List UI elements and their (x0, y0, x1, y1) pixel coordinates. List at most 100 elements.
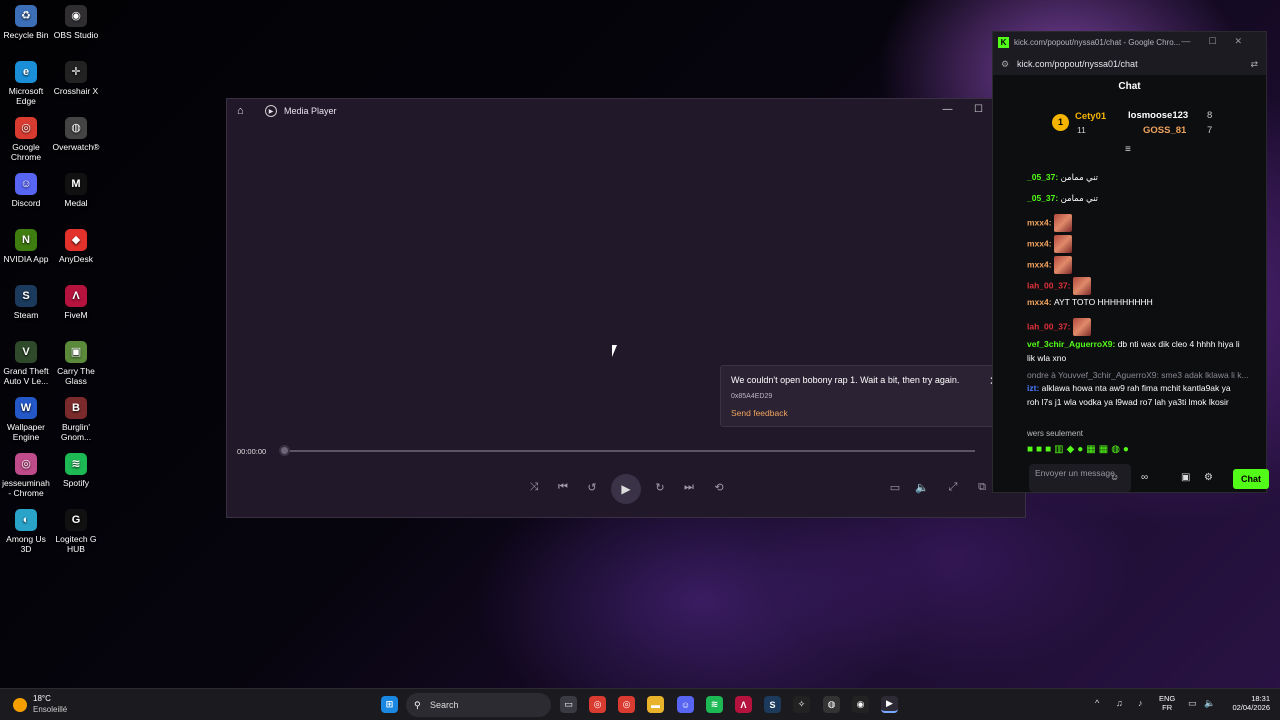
next-icon[interactable]: ⏭ (679, 481, 699, 494)
repeat-icon[interactable]: ⟲ (709, 481, 729, 494)
desktop-icon[interactable]: Λ FiveM (50, 285, 102, 320)
filter-icon[interactable]: ≡ (1125, 144, 1131, 155)
chat-username[interactable]: _05_37: (1027, 172, 1061, 182)
obs-taskbar-icon[interactable]: ◉ (852, 696, 869, 713)
shuffle-icon[interactable]: ⤨ (524, 481, 544, 494)
previous-icon[interactable]: ⏮ (553, 481, 573, 494)
maximize-button[interactable]: ☐ (963, 99, 994, 121)
settings-icon[interactable]: ⚙ (1204, 472, 1213, 483)
leader-first-name[interactable]: Cety01 (1075, 111, 1106, 122)
desktop-icon[interactable]: ◍ Overwatch® (50, 117, 102, 152)
minimize-button[interactable]: — (932, 99, 963, 121)
chat-username[interactable]: mxx4: (1027, 259, 1054, 269)
home-icon[interactable]: ⌂ (237, 105, 251, 117)
discord-taskbar-icon[interactable]: ☺ (677, 696, 694, 713)
steam-taskbar-icon[interactable]: S (764, 696, 781, 713)
emoji-icon[interactable]: ☺ (1110, 472, 1119, 482)
error-message: We couldn't open bobony rap 1. Wait a bi… (731, 375, 960, 385)
leader-second-name[interactable]: losmoose123 (1128, 110, 1188, 121)
fullscreen-icon[interactable]: ⤢ (943, 481, 963, 494)
file-explorer-icon[interactable]: ▬ (647, 696, 664, 713)
app-taskbar-icon[interactable]: ✧ (793, 696, 810, 713)
chat-username[interactable]: lah_00_37: (1027, 280, 1073, 290)
translate-icon[interactable]: ⇄ (1250, 59, 1258, 70)
chrome-titlebar[interactable]: K kick.com/popout/nyssa01/chat - Google … (993, 32, 1266, 53)
seek-bar[interactable] (283, 450, 975, 452)
address-bar[interactable]: ⚙ kick.com/popout/nyssa01/chat ⇄ (993, 53, 1266, 75)
url-text: kick.com/popout/nyssa01/chat (1017, 59, 1138, 69)
rewind-10-icon[interactable]: ↺ (582, 481, 602, 494)
seek-thumb[interactable] (279, 445, 290, 456)
error-toast: We couldn't open bobony rap 1. Wait a bi… (720, 365, 1016, 427)
volume-icon[interactable]: 🔈 (912, 481, 932, 494)
send-chat-button[interactable]: Chat (1233, 469, 1269, 489)
desktop-icon[interactable]: S Steam (0, 285, 52, 320)
emote-bar[interactable]: ■■■▥◆●▦▦◍● (1027, 444, 1132, 455)
desktop-icon-label: FiveM (64, 310, 88, 320)
task-view-icon[interactable]: ▭ (560, 696, 577, 713)
chat-username[interactable]: mxx4: (1027, 217, 1054, 227)
chrome-window-controls[interactable]: —☐✕ (1181, 36, 1260, 47)
miniplayer-icon[interactable]: ▭ (885, 481, 905, 494)
emote-icon (1072, 277, 1091, 295)
desktop-icon[interactable]: W Wallpaper Engine (0, 397, 52, 442)
headset-icon[interactable]: ♫ (1116, 698, 1123, 708)
desktop-icon[interactable]: B Burglin' Gnom... (50, 397, 102, 442)
chrome-chat-window[interactable]: K kick.com/popout/nyssa01/chat - Google … (992, 31, 1269, 493)
leader-third-name[interactable]: GOSS_81 (1143, 125, 1186, 136)
language-indicator[interactable]: ENG FR (1159, 694, 1175, 712)
network-icon[interactable]: ▭ (1188, 698, 1197, 709)
chat-username[interactable]: vef_3chir_AguerroX9: (1027, 339, 1118, 349)
weather-temp[interactable]: 18°C (33, 694, 51, 703)
chat-message: lah_00_37: (1027, 277, 1091, 295)
chrome-taskbar-icon[interactable]: ◎ (618, 696, 635, 713)
desktop-icon[interactable]: e Microsoft Edge (0, 61, 52, 106)
rank-badge: 1 (1052, 114, 1069, 131)
chrome-profile-taskbar-icon[interactable]: ◎ (589, 696, 606, 713)
desktop-icon-label: NVIDIA App (3, 254, 49, 264)
chat-username[interactable]: lah_00_37: (1027, 321, 1073, 331)
desktop-icon[interactable]: ≋ Spotify (50, 453, 102, 488)
steam-icon: S (15, 285, 37, 307)
desktop-icon[interactable]: ♻ Recycle Bin (0, 5, 52, 40)
desktop-icon[interactable]: ◆ AnyDesk (50, 229, 102, 264)
weather-desc[interactable]: Ensoleillé (33, 705, 67, 714)
volume-tray-icon[interactable]: 🔈 (1204, 698, 1215, 709)
chat-message: _05_37: تني ممامن (1027, 172, 1098, 183)
media-player-taskbar-icon[interactable]: ▶ (881, 696, 898, 713)
users-icon[interactable]: ∞ (1141, 472, 1148, 483)
clock[interactable]: 18:31 02/04/2026 (1224, 694, 1270, 712)
desktop-icon[interactable]: V Grand Theft Auto V Le... (0, 341, 52, 386)
media-player-titlebar[interactable]: ⌂ ▶ Media Player (227, 99, 1025, 123)
start-icon[interactable]: ⊞ (381, 696, 398, 713)
desktop-icon-label: Logitech G HUB (55, 534, 97, 554)
desktop-icon[interactable]: ☺ Discord (0, 173, 52, 208)
overwatch-taskbar-icon[interactable]: ◍ (823, 696, 840, 713)
gift-icon[interactable]: ▣ (1181, 472, 1190, 483)
desktop-icon[interactable]: ◉ OBS Studio (50, 5, 102, 40)
desktop-icon[interactable]: ◐ Among Us 3D (0, 509, 52, 554)
desktop-icon[interactable]: ▣ Carry The Glass (50, 341, 102, 386)
search-box[interactable]: ⚲ Search (406, 693, 551, 717)
chat-username[interactable]: izt: (1027, 383, 1042, 393)
desktop-icon[interactable]: ✛ Crosshair X (50, 61, 102, 96)
chat-username[interactable]: mxx4: (1027, 297, 1054, 307)
desktop-icon[interactable]: ◎ jesseuminah - Chrome (0, 453, 52, 498)
spotify-taskbar-icon[interactable]: ≋ (706, 696, 723, 713)
fivem-taskbar-icon[interactable]: Λ (735, 696, 752, 713)
play-button[interactable]: ▶ (611, 474, 641, 504)
forward-30-icon[interactable]: ↻ (650, 481, 670, 494)
chat-username[interactable]: mxx4: (1027, 238, 1054, 248)
cast-icon[interactable]: ⧉ (972, 481, 992, 494)
desktop-icon[interactable]: N NVIDIA App (0, 229, 52, 264)
chevron-up-icon[interactable]: ^ (1095, 698, 1099, 708)
desktop-icon[interactable]: M Medal (50, 173, 102, 208)
chrome-profile-icon: ◎ (15, 453, 37, 475)
media-player-window[interactable]: ⌂ ▶ Media Player — ☐ ✕ We couldn't open … (226, 98, 1026, 518)
site-settings-icon[interactable]: ⚙ (1001, 59, 1009, 70)
send-feedback-link[interactable]: Send feedback (731, 408, 788, 418)
chat-username[interactable]: _05_37: (1027, 193, 1061, 203)
desktop-icon[interactable]: G Logitech G HUB (50, 509, 102, 554)
microphone-icon[interactable]: ♪ (1138, 698, 1143, 708)
desktop-icon[interactable]: ◎ Google Chrome (0, 117, 52, 162)
